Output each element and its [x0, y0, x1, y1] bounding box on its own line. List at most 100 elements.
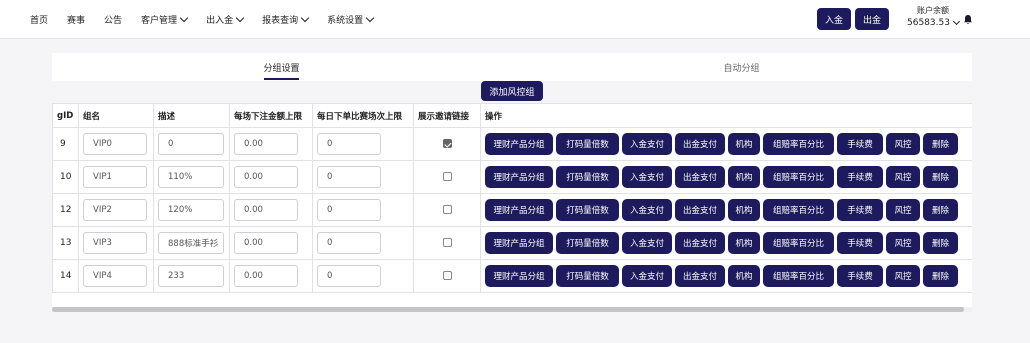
bet-limit-input[interactable]: 0.00 [234, 166, 298, 188]
fee-button[interactable]: 手续费 [837, 265, 883, 287]
wealth-product-group-button[interactable]: 理财产品分组 [485, 166, 553, 188]
risk-control-button[interactable]: 风控 [886, 265, 920, 287]
actions-cell: 理财产品分组 打码量倍数 入金支付 出金支付 机构 组赔率百分比 手续费 风控 删除 [480, 259, 972, 293]
show-invite-checkbox[interactable] [442, 271, 452, 280]
show-invite-checkbox[interactable] [442, 205, 452, 214]
odds-percentage-button[interactable]: 组赔率百分比 [763, 199, 834, 221]
fee-button[interactable]: 手续费 [837, 199, 883, 221]
nav-customer-management[interactable]: 客户管理 [141, 13, 189, 26]
action-button-group: 理财产品分组 打码量倍数 入金支付 出金支付 机构 组赔率百分比 手续费 风控 删除 [485, 166, 972, 188]
nav-announcements[interactable]: 公告 [104, 13, 122, 26]
delete-button[interactable]: 删除 [923, 232, 958, 254]
match-limit-input[interactable]: 0 [317, 232, 381, 254]
delete-button[interactable]: 删除 [923, 133, 958, 155]
deposit-payment-button[interactable]: 入金支付 [622, 133, 672, 155]
top-bar: 首页 赛事 公告 客户管理 出入金 报表查询 系统设置 入金 出金 账户余额 5… [0, 0, 1030, 39]
nav-reports[interactable]: 报表查询 [262, 13, 310, 26]
main-nav: 首页 赛事 公告 客户管理 出入金 报表查询 系统设置 [30, 0, 392, 39]
show-invite-checkbox[interactable] [442, 238, 452, 247]
deposit-button[interactable]: 入金 [817, 8, 851, 30]
risk-control-button[interactable]: 风控 [886, 166, 920, 188]
withdraw-payment-button[interactable]: 出金支付 [675, 133, 725, 155]
withdraw-payment-button[interactable]: 出金支付 [675, 265, 725, 287]
balance-value: 56583.53 [907, 18, 950, 28]
match-limit-input[interactable]: 0 [317, 133, 381, 155]
institution-button[interactable]: 机构 [728, 199, 760, 221]
deposit-payment-button[interactable]: 入金支付 [622, 232, 672, 254]
fee-button[interactable]: 手续费 [837, 166, 883, 188]
nav-deposit-withdraw[interactable]: 出入金 [206, 13, 245, 26]
bet-limit-input[interactable]: 0.00 [234, 133, 298, 155]
odds-percentage-button[interactable]: 组赔率百分比 [763, 232, 834, 254]
deposit-payment-button[interactable]: 入金支付 [622, 166, 672, 188]
chevron-down-icon [179, 13, 189, 23]
institution-button[interactable]: 机构 [728, 133, 760, 155]
institution-button[interactable]: 机构 [728, 232, 760, 254]
bet-limit-input[interactable]: 0.00 [234, 232, 298, 254]
description-input[interactable]: 110% [158, 166, 224, 188]
withdraw-payment-button[interactable]: 出金支付 [675, 199, 725, 221]
wealth-product-group-button[interactable]: 理财产品分组 [485, 232, 553, 254]
gid-cell: 13 [52, 226, 79, 260]
delete-button[interactable]: 删除 [923, 265, 958, 287]
description-input[interactable]: 233 [158, 265, 224, 287]
wealth-product-group-button[interactable]: 理财产品分组 [485, 133, 553, 155]
bet-limit-input[interactable]: 0.00 [234, 199, 298, 221]
fee-button[interactable]: 手续费 [837, 232, 883, 254]
turnover-multiplier-button[interactable]: 打码量倍数 [556, 232, 619, 254]
description-input[interactable]: 120% [158, 199, 224, 221]
add-risk-group-button[interactable]: 添加风控组 [481, 81, 543, 101]
group-name-input[interactable]: VIP4 [83, 265, 147, 287]
risk-control-button[interactable]: 风控 [886, 133, 920, 155]
bet-limit-cell: 0.00 [229, 226, 313, 260]
scrollbar-thumb[interactable] [52, 307, 964, 312]
tab-group-settings[interactable]: 分组设置 [52, 53, 511, 81]
nav-system-settings[interactable]: 系统设置 [327, 13, 375, 26]
group-name-input[interactable]: VIP3 [83, 232, 147, 254]
group-name-input[interactable]: VIP1 [83, 166, 147, 188]
nav-matches[interactable]: 赛事 [67, 13, 85, 26]
institution-button[interactable]: 机构 [728, 166, 760, 188]
group-name-input[interactable]: VIP2 [83, 199, 147, 221]
match-limit-input[interactable]: 0 [317, 265, 381, 287]
account-balance[interactable]: 账户余额 56583.53 [907, 5, 960, 28]
description-input[interactable]: 888标准手衫 [158, 232, 224, 254]
bell-icon[interactable] [963, 14, 973, 25]
odds-percentage-button[interactable]: 组赔率百分比 [763, 166, 834, 188]
withdraw-payment-button[interactable]: 出金支付 [675, 166, 725, 188]
actions-cell: 理财产品分组 打码量倍数 入金支付 出金支付 机构 组赔率百分比 手续费 风控 删除 [480, 127, 972, 161]
deposit-payment-button[interactable]: 入金支付 [622, 265, 672, 287]
match-limit-input[interactable]: 0 [317, 166, 381, 188]
institution-button[interactable]: 机构 [728, 265, 760, 287]
fee-button[interactable]: 手续费 [837, 133, 883, 155]
chevron-down-icon [365, 13, 375, 23]
turnover-multiplier-button[interactable]: 打码量倍数 [556, 166, 619, 188]
name-cell: VIP3 [78, 226, 154, 260]
tab-auto-grouping[interactable]: 自动分组 [511, 53, 972, 81]
horizontal-scrollbar[interactable] [52, 307, 972, 312]
nav-reports-label: 报表查询 [262, 16, 299, 26]
odds-percentage-button[interactable]: 组赔率百分比 [763, 265, 834, 287]
withdraw-payment-button[interactable]: 出金支付 [675, 232, 725, 254]
risk-control-button[interactable]: 风控 [886, 232, 920, 254]
risk-control-button[interactable]: 风控 [886, 199, 920, 221]
odds-percentage-button[interactable]: 组赔率百分比 [763, 133, 834, 155]
description-input[interactable]: 0 [158, 133, 224, 155]
turnover-multiplier-button[interactable]: 打码量倍数 [556, 133, 619, 155]
turnover-multiplier-button[interactable]: 打码量倍数 [556, 265, 619, 287]
nav-home[interactable]: 首页 [30, 13, 48, 26]
show-invite-checkbox[interactable] [442, 139, 452, 148]
name-cell: VIP4 [78, 259, 154, 293]
wealth-product-group-button[interactable]: 理财产品分组 [485, 265, 553, 287]
turnover-multiplier-button[interactable]: 打码量倍数 [556, 199, 619, 221]
delete-button[interactable]: 删除 [923, 166, 958, 188]
group-name-input[interactable]: VIP0 [83, 133, 147, 155]
match-limit-input[interactable]: 0 [317, 199, 381, 221]
delete-button[interactable]: 删除 [923, 199, 958, 221]
balance-label: 账户余额 [917, 6, 949, 15]
withdraw-button[interactable]: 出金 [855, 8, 889, 30]
bet-limit-input[interactable]: 0.00 [234, 265, 298, 287]
deposit-payment-button[interactable]: 入金支付 [622, 199, 672, 221]
wealth-product-group-button[interactable]: 理财产品分组 [485, 199, 553, 221]
show-invite-checkbox[interactable] [442, 172, 452, 181]
